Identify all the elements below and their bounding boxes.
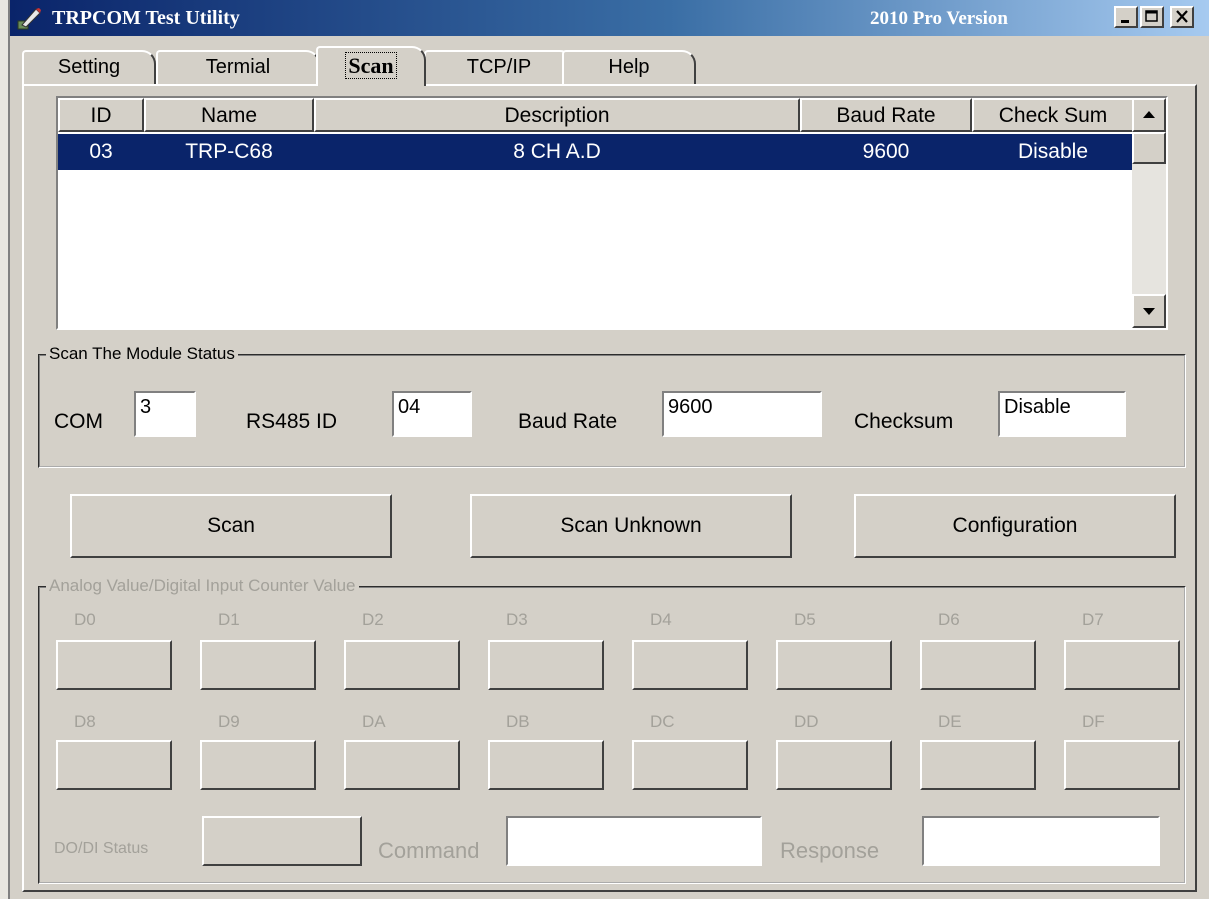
checksum-label: Checksum (854, 410, 954, 433)
channel-label-de: DE (938, 712, 962, 731)
close-button[interactable] (1170, 6, 1194, 28)
column-header-id[interactable]: ID (58, 98, 144, 132)
module-table[interactable]: ID Name Description Baud Rate Check Sum … (56, 96, 1168, 330)
rs485-id-label: RS485 ID (246, 410, 338, 433)
column-header-check-sum[interactable]: Check Sum (972, 98, 1134, 132)
channel-label-d2: D2 (362, 610, 384, 629)
do-di-status-button[interactable] (202, 816, 362, 866)
column-header-description[interactable]: Description (314, 98, 800, 132)
value-button-dc[interactable] (632, 740, 748, 790)
scan-status-group: Scan The Module Status COM 3 RS485 ID 04… (38, 344, 1186, 468)
analog-value-group: Analog Value/Digital Input Counter Value… (38, 576, 1186, 884)
channel-label-d4: D4 (650, 610, 672, 629)
baud-rate-field[interactable]: 9600 (662, 391, 822, 437)
value-button-d2[interactable] (344, 640, 460, 690)
cell-check-sum: Disable (1017, 140, 1089, 163)
table-header: ID Name Description Baud Rate Check Sum (58, 98, 1134, 132)
scroll-down-button[interactable] (1132, 294, 1166, 328)
command-field[interactable] (506, 816, 762, 866)
value-button-d3[interactable] (488, 640, 604, 690)
value-button-df[interactable] (1064, 740, 1180, 790)
channel-label-d3: D3 (506, 610, 528, 629)
tab-scan[interactable]: Scan (316, 46, 426, 86)
arrow-up-icon (1143, 111, 1155, 118)
checksum-field[interactable]: Disable (998, 391, 1126, 437)
value-button-db[interactable] (488, 740, 604, 790)
cell-description: 8 CH A.D (513, 140, 601, 163)
baud-rate-label: Baud Rate (518, 410, 618, 433)
arrow-down-icon (1143, 308, 1155, 315)
scan-unknown-button[interactable]: Scan Unknown (470, 494, 792, 558)
tab-termial[interactable]: Termial (156, 50, 320, 84)
command-label: Command (378, 838, 480, 863)
channel-label-d5: D5 (794, 610, 816, 629)
channel-label-d9: D9 (218, 712, 240, 731)
channel-label-d6: D6 (938, 610, 960, 629)
value-button-de[interactable] (920, 740, 1036, 790)
channel-label-d1: D1 (218, 610, 240, 629)
tab-setting[interactable]: Setting (22, 50, 156, 84)
tab-tcpip[interactable]: TCP/IP (424, 50, 574, 84)
column-header-baud-rate[interactable]: Baud Rate (800, 98, 972, 132)
window-left-border (0, 0, 10, 899)
value-button-d1[interactable] (200, 640, 316, 690)
value-button-d5[interactable] (776, 640, 892, 690)
scan-button[interactable]: Scan (70, 494, 392, 558)
scan-panel: ID Name Description Baud Rate Check Sum … (22, 84, 1197, 892)
version-label: 2010 Pro Version (870, 8, 1008, 29)
value-button-d9[interactable] (200, 740, 316, 790)
tab-help[interactable]: Help (562, 50, 696, 84)
scroll-up-button[interactable] (1132, 98, 1166, 132)
table-scrollbar[interactable] (1132, 98, 1166, 328)
com-label: COM (54, 410, 103, 433)
com-field[interactable]: 3 (134, 391, 196, 437)
do-di-status-label: DO/DI Status (54, 840, 149, 857)
channel-label-dc: DC (650, 712, 675, 731)
channel-label-dd: DD (794, 712, 819, 731)
maximize-button[interactable] (1140, 6, 1164, 28)
minimize-icon (1121, 20, 1129, 23)
value-button-d6[interactable] (920, 640, 1036, 690)
minimize-button[interactable] (1114, 6, 1138, 28)
channel-label-d7: D7 (1082, 610, 1104, 629)
value-button-d4[interactable] (632, 640, 748, 690)
close-icon (1176, 10, 1188, 23)
cell-baud-rate: 9600 (862, 140, 910, 163)
scroll-thumb[interactable] (1132, 132, 1166, 164)
table-row[interactable]: 03 TRP-C68 8 CH A.D 9600 Disable (58, 134, 1134, 170)
channel-label-d8: D8 (74, 712, 96, 731)
configuration-button[interactable]: Configuration (854, 494, 1176, 558)
channel-label-d0: D0 (74, 610, 96, 629)
value-button-da[interactable] (344, 740, 460, 790)
value-button-d7[interactable] (1064, 640, 1180, 690)
value-button-dd[interactable] (776, 740, 892, 790)
title-bar[interactable]: TRPCOM Test Utility 2010 Pro Version (10, 0, 1209, 36)
channel-label-db: DB (506, 712, 530, 731)
cell-id: 03 (89, 140, 113, 163)
pen-icon (17, 8, 41, 30)
response-label: Response (780, 838, 880, 863)
value-button-d0[interactable] (56, 640, 172, 690)
window-title: TRPCOM Test Utility (52, 7, 240, 29)
analog-value-group-label: Analog Value/Digital Input Counter Value (46, 576, 359, 596)
channel-label-da: DA (362, 712, 386, 731)
cell-name: TRP-C68 (185, 140, 273, 163)
maximize-icon (1145, 10, 1158, 22)
scan-status-group-label: Scan The Module Status (46, 344, 238, 364)
column-header-name[interactable]: Name (144, 98, 314, 132)
response-field[interactable] (922, 816, 1160, 866)
rs485-id-field[interactable]: 04 (392, 391, 472, 437)
value-button-d8[interactable] (56, 740, 172, 790)
channel-label-df: DF (1082, 712, 1105, 731)
